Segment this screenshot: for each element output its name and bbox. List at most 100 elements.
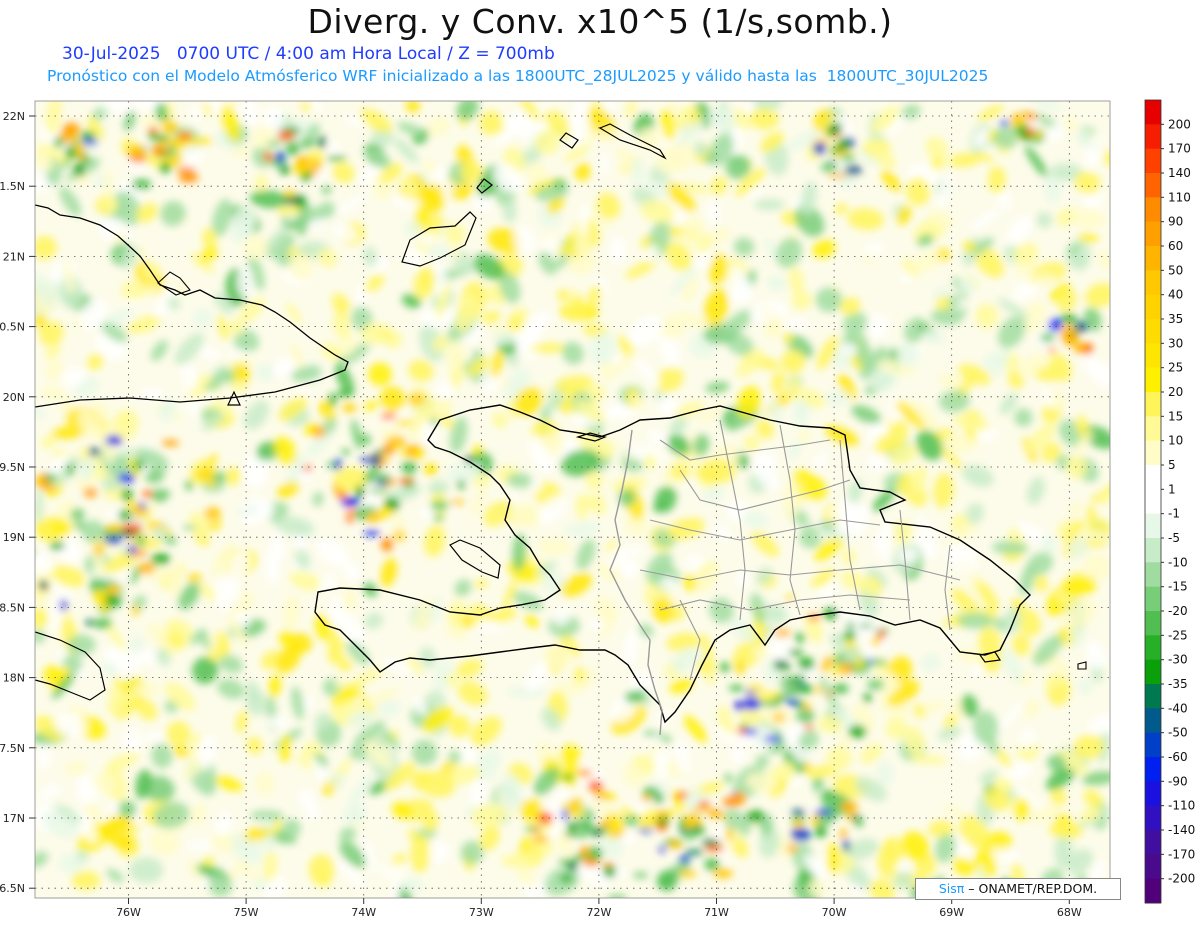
lat-tick-label: 21N (3, 250, 25, 263)
field-hotspot (746, 809, 765, 823)
field-hotspot (642, 794, 653, 802)
field-hotspot (848, 724, 867, 739)
colorbar-swatch (1145, 854, 1161, 880)
field-hotspot (759, 701, 776, 707)
field-blob (501, 853, 539, 868)
colorbar-swatch (1145, 440, 1161, 466)
colorbar-label: -35 (1168, 677, 1188, 691)
colorbar-label: -110 (1168, 799, 1195, 813)
field-hotspot (724, 828, 734, 841)
field-hotspot (167, 144, 176, 159)
field-hotspot (705, 845, 725, 852)
lon-tick-label: 74W (351, 906, 376, 919)
field-hotspot (537, 811, 554, 825)
colorbar-label: 10 (1168, 434, 1183, 448)
colorbar-swatch (1145, 708, 1161, 734)
colorbar-label: -90 (1168, 774, 1188, 788)
field-hotspot (122, 522, 143, 533)
field-hotspot (844, 164, 862, 176)
field-hotspot (84, 619, 96, 626)
colorbar-swatch (1145, 757, 1161, 782)
field-hotspot (19, 546, 34, 557)
field-hotspot (359, 457, 375, 463)
colorbar-swatch (1145, 319, 1161, 344)
field-hotspot (318, 135, 327, 149)
field-hotspot (719, 661, 731, 673)
colorbar-swatch (1145, 878, 1161, 904)
field-hotspot (401, 461, 417, 474)
field-hotspot (386, 435, 406, 449)
field-hotspot (728, 685, 745, 692)
field-hotspot (863, 693, 872, 703)
colorbar-label: -140 (1168, 823, 1195, 837)
field-hotspot (840, 828, 847, 840)
field-hotspot (457, 479, 465, 490)
field-hotspot (133, 550, 148, 557)
field-hotspot (67, 462, 74, 477)
field-blob (359, 323, 390, 344)
field-hotspot (659, 846, 666, 853)
field-hotspot (148, 131, 157, 141)
field-hotspot (152, 521, 165, 529)
field-hotspot (584, 811, 596, 816)
lat-tick-label: 7.5N (0, 742, 25, 755)
field-hotspot (376, 449, 386, 454)
lon-tick-label: 76W (116, 906, 141, 919)
field-hotspot (155, 115, 171, 120)
field-hotspot (812, 777, 824, 788)
field-hotspot (787, 649, 803, 656)
field-hotspot (1048, 317, 1062, 332)
lon-tick-label: 70W (822, 906, 847, 919)
field-hotspot (80, 131, 95, 140)
field-hotspot (813, 142, 827, 155)
field-hotspot (161, 121, 179, 134)
field-hotspot (150, 553, 171, 565)
field-hotspot (151, 146, 170, 154)
field-hotspot (562, 774, 575, 781)
field-hotspot (321, 185, 332, 195)
field-hotspot (841, 154, 856, 161)
field-hotspot (294, 159, 312, 168)
lon-tick-label: 68W (1057, 906, 1082, 919)
colorbar-swatch (1145, 513, 1161, 539)
field-hotspot (790, 828, 811, 842)
credit-text: – ONAMET/REP.DOM. (964, 881, 1098, 896)
field-hotspot (623, 815, 640, 826)
colorbar-swatch (1145, 221, 1161, 247)
colorbar-label: 5 (1168, 458, 1176, 472)
colorbar-swatch (1145, 538, 1161, 563)
field-hotspot (88, 446, 101, 457)
field-hotspot (559, 874, 574, 883)
colorbar-swatch (1145, 489, 1161, 515)
field-hotspot (784, 678, 804, 685)
field-hotspot (355, 485, 365, 499)
field-hotspot (132, 604, 140, 616)
field-hotspot (83, 487, 98, 498)
colorbar-swatch (1145, 805, 1161, 831)
field-hotspot (104, 525, 123, 532)
field-hotspot (832, 683, 849, 694)
field-hotspot (374, 473, 390, 481)
field-hotspot (39, 580, 48, 591)
field-hotspot (121, 488, 133, 502)
colorbar-swatch (1145, 635, 1161, 661)
colorbar-swatch (1145, 684, 1161, 709)
field-hotspot (400, 450, 409, 457)
field-hotspot (743, 728, 758, 735)
field-hotspot (691, 806, 710, 813)
field-hotspot (414, 446, 423, 460)
lon-tick-label: 71W (704, 906, 729, 919)
colorbar-label: -50 (1168, 726, 1188, 740)
field-hotspot (735, 660, 745, 675)
colorbar-label: -60 (1168, 750, 1188, 764)
field-hotspot (73, 163, 86, 177)
field-hotspot (773, 659, 789, 667)
field-hotspot (44, 473, 56, 483)
lat-tick-label: 19N (3, 531, 25, 544)
field-hotspot (823, 789, 831, 798)
field-blob (267, 715, 289, 729)
field-hotspot (604, 794, 617, 801)
field-hotspot (657, 810, 664, 821)
field-hotspot (561, 802, 571, 809)
field-hotspot (653, 792, 664, 804)
